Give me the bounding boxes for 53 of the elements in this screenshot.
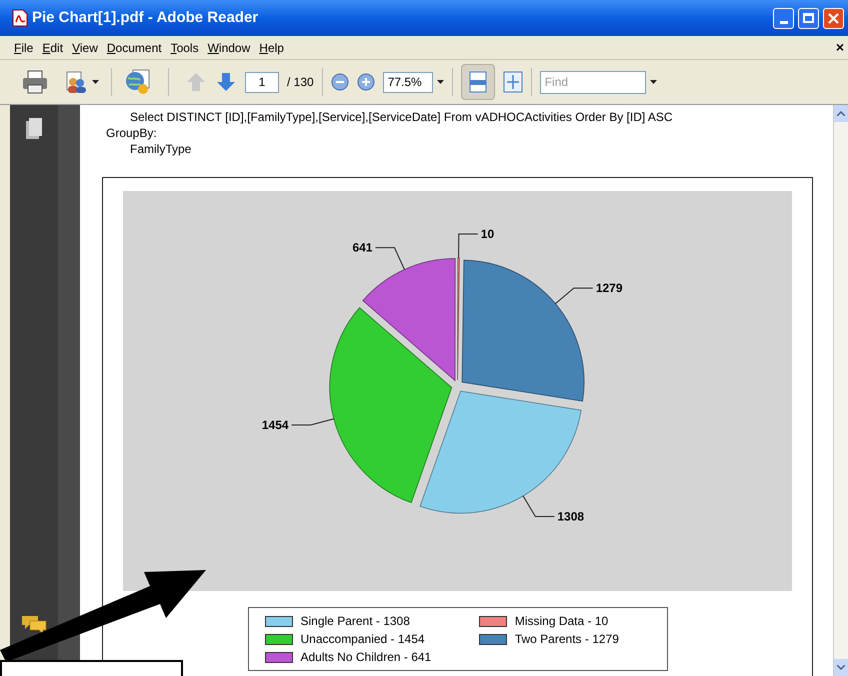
group-by-label: GroupBy: <box>106 125 158 141</box>
zoom-field[interactable]: 77.5% <box>382 72 433 92</box>
scroll-down-button[interactable] <box>834 659 848 676</box>
caret-icon <box>92 80 99 84</box>
data-label: 1308 <box>557 510 584 524</box>
up-caret-icon <box>837 111 845 116</box>
down-arrow-icon[interactable] <box>215 71 237 93</box>
people-icon[interactable] <box>64 70 88 94</box>
menu-item[interactable]: Window <box>208 38 250 56</box>
leader-line <box>458 234 478 258</box>
pages-icon[interactable] <box>25 117 43 141</box>
printer-icon[interactable] <box>22 70 48 94</box>
globe-icon[interactable] <box>124 68 152 96</box>
menu-item[interactable]: Tools <box>170 38 199 56</box>
page-number-field[interactable]: 1 <box>245 72 279 92</box>
legend-label: Adults No Children - 641 <box>300 649 432 666</box>
query-text: Select DISTINCT [ID],[FamilyType],[Service],[ServiceDate] From vADHOCActivities Order By [ID] ASC <box>129 109 674 125</box>
legend-label: Two Parents - 1279 <box>514 631 619 648</box>
fit-width-icon <box>468 71 487 93</box>
menu-item[interactable]: Help <box>259 38 284 56</box>
data-label: 10 <box>480 227 494 241</box>
menu-item[interactable]: Document <box>106 38 162 56</box>
caret-icon <box>650 80 657 84</box>
caret-icon <box>436 80 444 84</box>
scroll-up-button[interactable] <box>834 105 848 122</box>
leader-line <box>375 247 405 270</box>
menu-item[interactable]: File <box>14 38 34 56</box>
leader-line <box>554 288 594 304</box>
legend-label: Missing Data - 10 <box>514 613 608 630</box>
data-label: 1454 <box>262 418 289 432</box>
fit-page-icon[interactable] <box>502 71 523 93</box>
leader-line <box>291 418 334 426</box>
legend-label: Unaccompanied - 1454 <box>300 631 425 648</box>
pdf-file-icon <box>12 9 28 27</box>
zoom-in-icon[interactable] <box>356 73 375 91</box>
menu-item[interactable]: View <box>72 38 98 56</box>
document-close-button[interactable]: × <box>836 37 844 58</box>
data-label: 641 <box>352 240 372 255</box>
find-field[interactable]: Find <box>540 70 646 94</box>
fit-width-button[interactable] <box>460 64 495 100</box>
close-icon <box>828 12 839 24</box>
group-by-field: FamilyType <box>106 141 833 157</box>
data-label: 1279 <box>596 281 623 296</box>
close-button[interactable] <box>823 8 844 28</box>
legend-label: Single Parent - 1308 <box>300 613 410 630</box>
minimize-button[interactable] <box>773 8 794 28</box>
window-title: Pie Chart[1].pdf - Adobe Reader <box>32 8 260 28</box>
zoom-out-icon[interactable] <box>330 73 349 91</box>
down-caret-icon <box>837 665 845 670</box>
maximize-button[interactable] <box>798 8 819 28</box>
page-count: / 130 <box>287 74 314 91</box>
menu-item[interactable]: Edit <box>42 38 64 56</box>
leader-line <box>522 495 555 518</box>
